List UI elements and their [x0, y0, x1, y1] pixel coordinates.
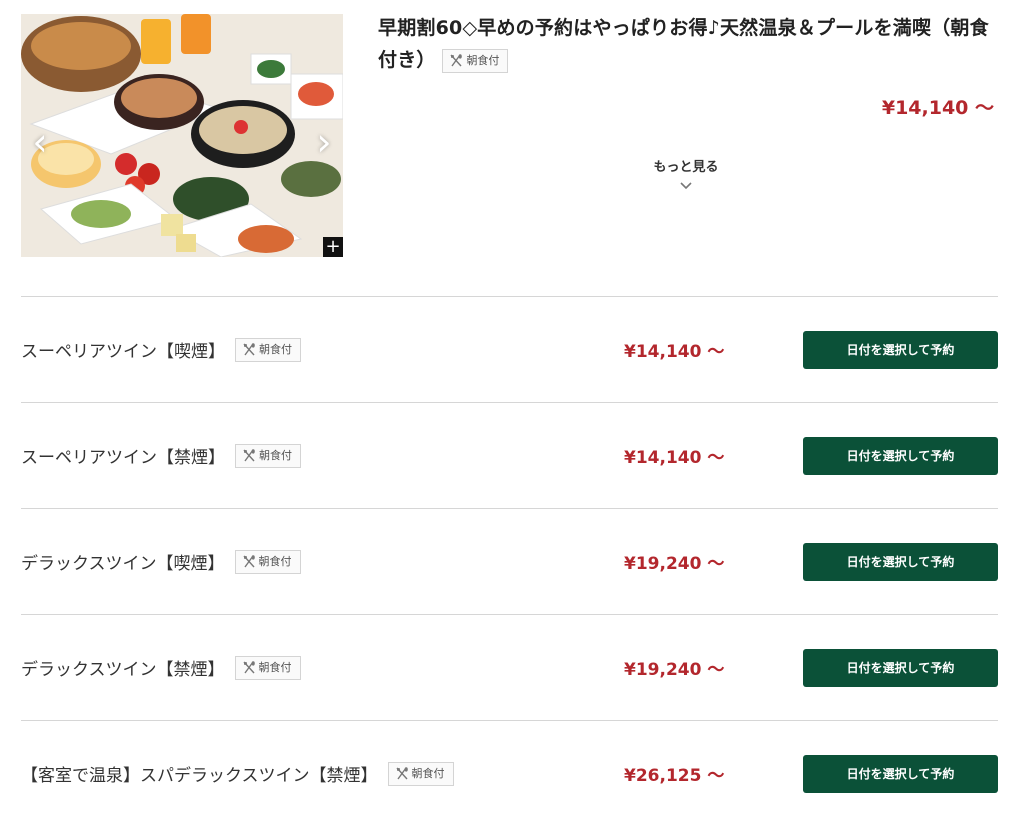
plan-card: ‹ › + 早期割60◇早めの予約はやっぱりお得♪天然温泉＆プールを満喫（朝食付… [0, 0, 1024, 290]
photo-prev-icon[interactable]: ‹ [27, 122, 53, 162]
photo-next-icon[interactable]: › [311, 122, 337, 162]
meal-badge: 朝食付 [234, 549, 301, 574]
cutlery-icon [450, 53, 463, 66]
room-price: ¥26,125 ～ [624, 766, 725, 786]
plan-photo[interactable]: ‹ › + [21, 14, 343, 257]
cutlery-icon [395, 766, 408, 779]
room-row: 【客室で温泉】スパデラックスツイン【禁煙】 朝食付 ¥26,125 ～ 日付を選… [21, 720, 998, 826]
room-name-cell: スーペリアツイン【喫煙】 朝食付 [21, 297, 301, 402]
plan-price: ¥14,140 ～ [881, 97, 994, 119]
room-name: デラックスツイン【喫煙】 [21, 554, 225, 574]
meal-badge-label: 朝食付 [466, 53, 500, 67]
photo-zoom-icon[interactable]: + [323, 237, 343, 257]
room-row: スーペリアツイン【禁煙】 朝食付 ¥14,140 ～ 日付を選択して予約 [21, 402, 998, 508]
room-row: デラックスツイン【禁煙】 朝食付 ¥19,240 ～ 日付を選択して予約 [21, 614, 998, 720]
room-price: ¥14,140 ～ [624, 342, 725, 362]
cutlery-icon [242, 554, 255, 567]
room-price: ¥19,240 ～ [624, 660, 725, 680]
show-more-button[interactable]: もっと見る [636, 156, 736, 193]
meal-badge-label: 朝食付 [258, 554, 292, 568]
room-row: スーペリアツイン【喫煙】 朝食付 ¥14,140 ～ 日付を選択して予約 [21, 296, 998, 402]
meal-badge-label: 朝食付 [258, 660, 292, 674]
meal-badge: 朝食付 [442, 48, 509, 73]
room-price: ¥19,240 ～ [624, 554, 725, 574]
show-more-label[interactable]: もっと見る [653, 160, 718, 175]
cutlery-icon [242, 660, 255, 673]
room-name: 【客室で温泉】スパデラックスツイン【禁煙】 [21, 766, 378, 786]
reserve-button[interactable]: 日付を選択して予約 [803, 648, 998, 687]
breakfast-image [21, 14, 343, 257]
cutlery-icon [243, 448, 255, 461]
meal-badge: 朝食付 [235, 337, 301, 362]
plan-title[interactable]: 早期割60◇早めの予約はやっぱりお得♪天然温泉＆プールを満喫（朝食付き） 朝食付 [378, 12, 993, 76]
chevron-down-icon[interactable] [679, 179, 693, 193]
reserve-button[interactable]: 日付を選択して予約 [803, 330, 998, 369]
room-name-cell: デラックスツイン【禁煙】 朝食付 [21, 615, 301, 720]
meal-badge-label: 朝食付 [411, 766, 445, 780]
room-list: スーペリアツイン【喫煙】 朝食付 ¥14,140 ～ 日付を選択して予約 スーペ… [21, 296, 998, 826]
room-price: ¥14,140 ～ [624, 448, 725, 468]
room-row: デラックスツイン【喫煙】 朝食付 ¥19,240 ～ 日付を選択して予約 [21, 508, 998, 614]
meal-badge: 朝食付 [234, 655, 301, 680]
room-name: スーペリアツイン【禁煙】 [21, 448, 225, 468]
room-name-cell: デラックスツイン【喫煙】 朝食付 [21, 509, 301, 614]
room-name-cell: スーペリアツイン【禁煙】 朝食付 [21, 403, 301, 508]
meal-badge: 朝食付 [235, 443, 301, 468]
room-name-cell: 【客室で温泉】スパデラックスツイン【禁煙】 朝食付 [21, 721, 454, 826]
room-name: スーペリアツイン【喫煙】 [21, 342, 225, 362]
meal-badge: 朝食付 [387, 761, 454, 786]
room-name: デラックスツイン【禁煙】 [21, 660, 225, 680]
meal-badge-label: 朝食付 [259, 342, 292, 356]
meal-badge-label: 朝食付 [259, 448, 292, 462]
reserve-button[interactable]: 日付を選択して予約 [803, 436, 998, 475]
reserve-button[interactable]: 日付を選択して予約 [803, 754, 998, 793]
cutlery-icon [243, 342, 255, 355]
reserve-button[interactable]: 日付を選択して予約 [803, 542, 998, 581]
